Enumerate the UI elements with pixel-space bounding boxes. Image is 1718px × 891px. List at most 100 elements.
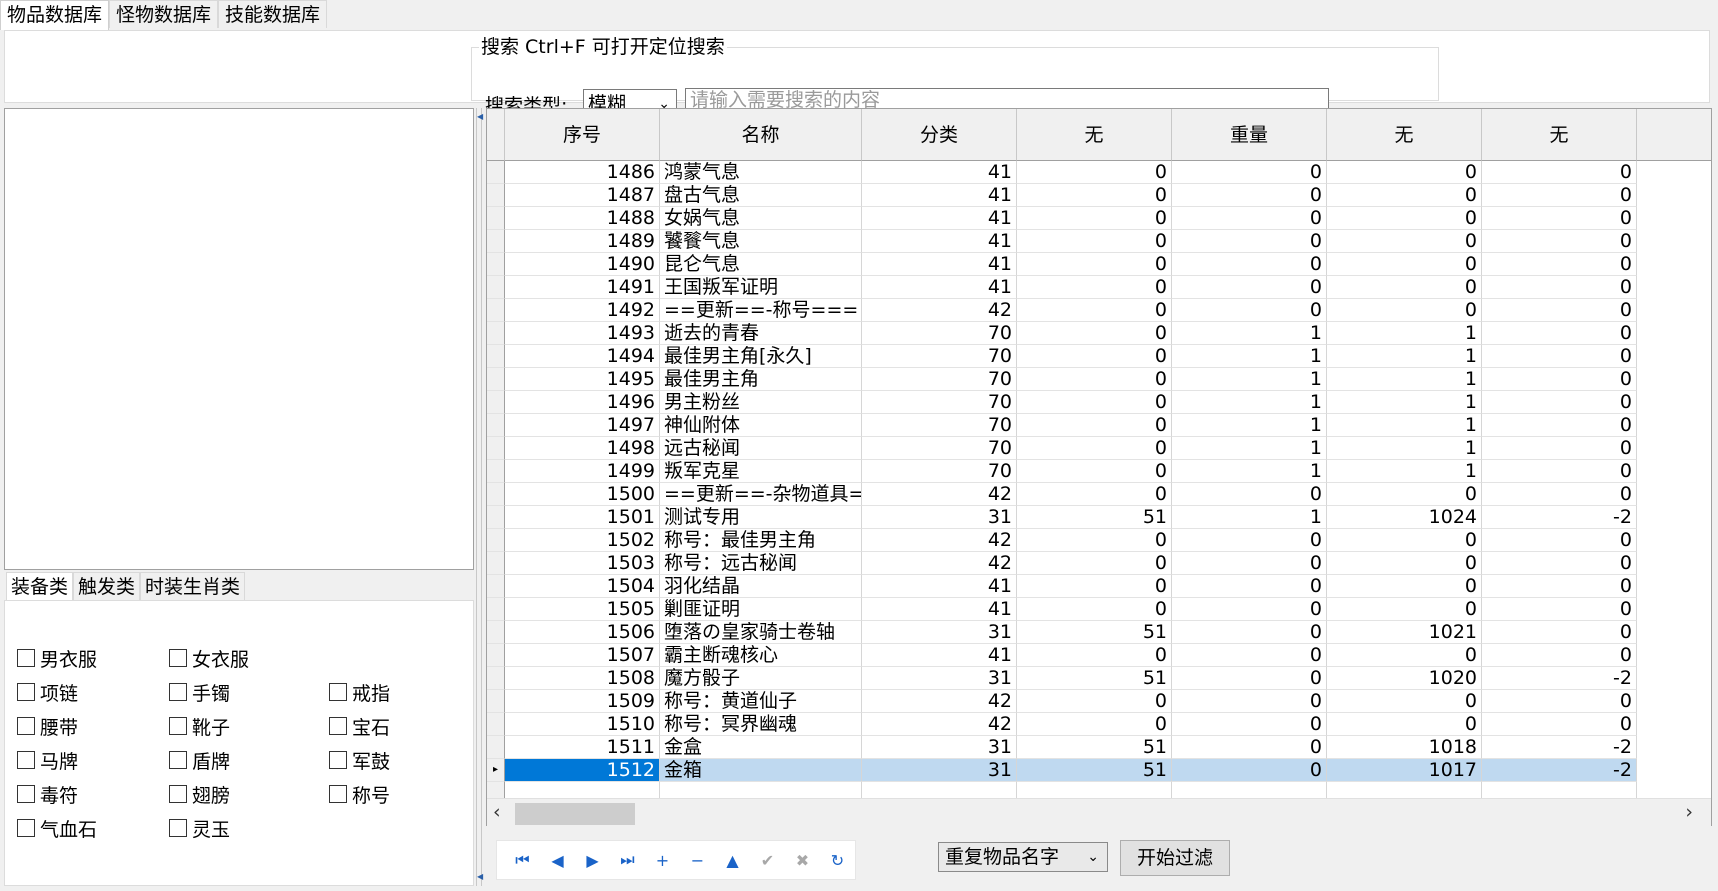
cell-index[interactable]: 1497: [505, 414, 660, 437]
checkbox-box[interactable]: [17, 649, 35, 667]
table-row[interactable]: 1489 饕餮气息 41 0 0 0 0: [487, 230, 1637, 253]
cell-name[interactable]: 神仙附体: [660, 414, 862, 437]
cell-none[interactable]: 0: [1017, 253, 1172, 276]
cell-category[interactable]: 70: [862, 345, 1017, 368]
cell-none[interactable]: 0: [1017, 598, 1172, 621]
cell-index[interactable]: 1502: [505, 529, 660, 552]
collapse-arrow-icon[interactable]: ◀: [477, 112, 483, 121]
cell-none[interactable]: 0: [1327, 690, 1482, 713]
cell-index[interactable]: 1486: [505, 161, 660, 184]
row-indicator[interactable]: [487, 207, 505, 230]
row-indicator[interactable]: [487, 483, 505, 506]
post-record-icon[interactable]: ✔: [750, 851, 785, 870]
cell-none[interactable]: 51: [1017, 621, 1172, 644]
table-row[interactable]: 1488 女娲气息 41 0 0 0 0: [487, 207, 1637, 230]
row-indicator[interactable]: [487, 667, 505, 690]
cell-index[interactable]: 1505: [505, 598, 660, 621]
refresh-icon[interactable]: ↻: [820, 851, 855, 870]
cell-none[interactable]: 0: [1482, 276, 1637, 299]
cell-none[interactable]: 0: [1327, 483, 1482, 506]
cell-none[interactable]: -2: [1482, 736, 1637, 759]
checkbox-box[interactable]: [329, 717, 347, 735]
checkbox-spirit-jade[interactable]: 灵玉: [169, 815, 230, 841]
cell-category[interactable]: 31: [862, 736, 1017, 759]
cell-weight[interactable]: 0: [1172, 736, 1327, 759]
cell-none[interactable]: 0: [1017, 414, 1172, 437]
row-indicator[interactable]: [487, 736, 505, 759]
cell-weight[interactable]: 0: [1172, 759, 1327, 782]
row-indicator[interactable]: [487, 276, 505, 299]
table-row[interactable]: 1507 霸主断魂核心 41 0 0 0 0: [487, 644, 1637, 667]
cell-weight[interactable]: 0: [1172, 207, 1327, 230]
checkbox-box[interactable]: [329, 683, 347, 701]
scroll-right-icon[interactable]: ›: [1685, 801, 1693, 823]
checkbox-box[interactable]: [169, 683, 187, 701]
cell-none[interactable]: -2: [1482, 759, 1637, 782]
cell-weight[interactable]: 0: [1172, 483, 1327, 506]
cell-none[interactable]: -2: [1482, 506, 1637, 529]
cell-index[interactable]: 1495: [505, 368, 660, 391]
cell-name[interactable]: 称号：黄道仙子: [660, 690, 862, 713]
table-row[interactable]: 1503 称号：远古秘闻 42 0 0 0 0: [487, 552, 1637, 575]
cell-index[interactable]: 1511: [505, 736, 660, 759]
cell-none[interactable]: 51: [1017, 759, 1172, 782]
cell-none[interactable]: 0: [1482, 552, 1637, 575]
row-indicator[interactable]: [487, 621, 505, 644]
cell-category[interactable]: 41: [862, 161, 1017, 184]
cell-index[interactable]: 1496: [505, 391, 660, 414]
cell-weight[interactable]: 0: [1172, 184, 1327, 207]
cell-none[interactable]: 0: [1482, 299, 1637, 322]
table-row[interactable]: 1504 羽化结晶 41 0 0 0 0: [487, 575, 1637, 598]
cell-index[interactable]: 1493: [505, 322, 660, 345]
cell-category[interactable]: 31: [862, 506, 1017, 529]
table-row[interactable]: 1492 ==更新==-称号=== 42 0 0 0 0: [487, 299, 1637, 322]
cell-category[interactable]: 70: [862, 460, 1017, 483]
cell-none[interactable]: 0: [1482, 690, 1637, 713]
cell-weight[interactable]: 1: [1172, 437, 1327, 460]
cell-none[interactable]: 1018: [1327, 736, 1482, 759]
cell-weight[interactable]: 0: [1172, 230, 1327, 253]
column-header[interactable]: 无: [1482, 109, 1637, 161]
row-indicator[interactable]: [487, 230, 505, 253]
row-indicator[interactable]: [487, 253, 505, 276]
cell-index[interactable]: 1489: [505, 230, 660, 253]
scroll-left-icon[interactable]: ‹: [493, 801, 501, 823]
cell-category[interactable]: 42: [862, 690, 1017, 713]
checkbox-wings[interactable]: 翅膀: [169, 781, 230, 807]
cell-none[interactable]: 0: [1482, 598, 1637, 621]
cell-none[interactable]: 1: [1327, 460, 1482, 483]
cell-weight[interactable]: 1: [1172, 322, 1327, 345]
cell-none[interactable]: 0: [1327, 644, 1482, 667]
cell-none[interactable]: 51: [1017, 506, 1172, 529]
horizontal-scrollbar[interactable]: ‹ ›: [487, 798, 1711, 827]
cell-none[interactable]: 0: [1482, 460, 1637, 483]
cell-weight[interactable]: 0: [1172, 276, 1327, 299]
cell-none[interactable]: 1: [1327, 437, 1482, 460]
cell-none[interactable]: 0: [1017, 483, 1172, 506]
cell-none[interactable]: 0: [1482, 161, 1637, 184]
cell-name[interactable]: 金盒: [660, 736, 862, 759]
cell-none[interactable]: 1: [1327, 345, 1482, 368]
cell-weight[interactable]: 1: [1172, 345, 1327, 368]
row-pointer-icon[interactable]: ▸: [487, 759, 505, 782]
cell-none[interactable]: 0: [1482, 345, 1637, 368]
cell-weight[interactable]: 1: [1172, 506, 1327, 529]
cell-category[interactable]: 41: [862, 644, 1017, 667]
cell-none[interactable]: 1: [1327, 414, 1482, 437]
cell-weight[interactable]: 0: [1172, 667, 1327, 690]
checkbox-blood-stone[interactable]: 气血石: [17, 815, 97, 841]
cell-none[interactable]: 0: [1017, 575, 1172, 598]
cell-none[interactable]: 0: [1017, 161, 1172, 184]
cell-name[interactable]: 测试专用: [660, 506, 862, 529]
cell-none[interactable]: 0: [1482, 437, 1637, 460]
column-header[interactable]: 重量: [1172, 109, 1327, 161]
checkbox-horse-badge[interactable]: 马牌: [17, 747, 78, 773]
cell-none[interactable]: 0: [1017, 437, 1172, 460]
table-row[interactable]: 1500==更新==-杂物道具===420000: [487, 483, 1637, 506]
table-row[interactable]: 1506 堕落の皇家骑士卷轴 31 51 0 1021 0: [487, 621, 1637, 644]
tab-skill-database[interactable]: 技能数据库: [218, 0, 328, 28]
cell-none[interactable]: 0: [1482, 184, 1637, 207]
cell-name[interactable]: 盘古气息: [660, 184, 862, 207]
row-indicator[interactable]: [487, 713, 505, 736]
cell-none[interactable]: 0: [1327, 184, 1482, 207]
